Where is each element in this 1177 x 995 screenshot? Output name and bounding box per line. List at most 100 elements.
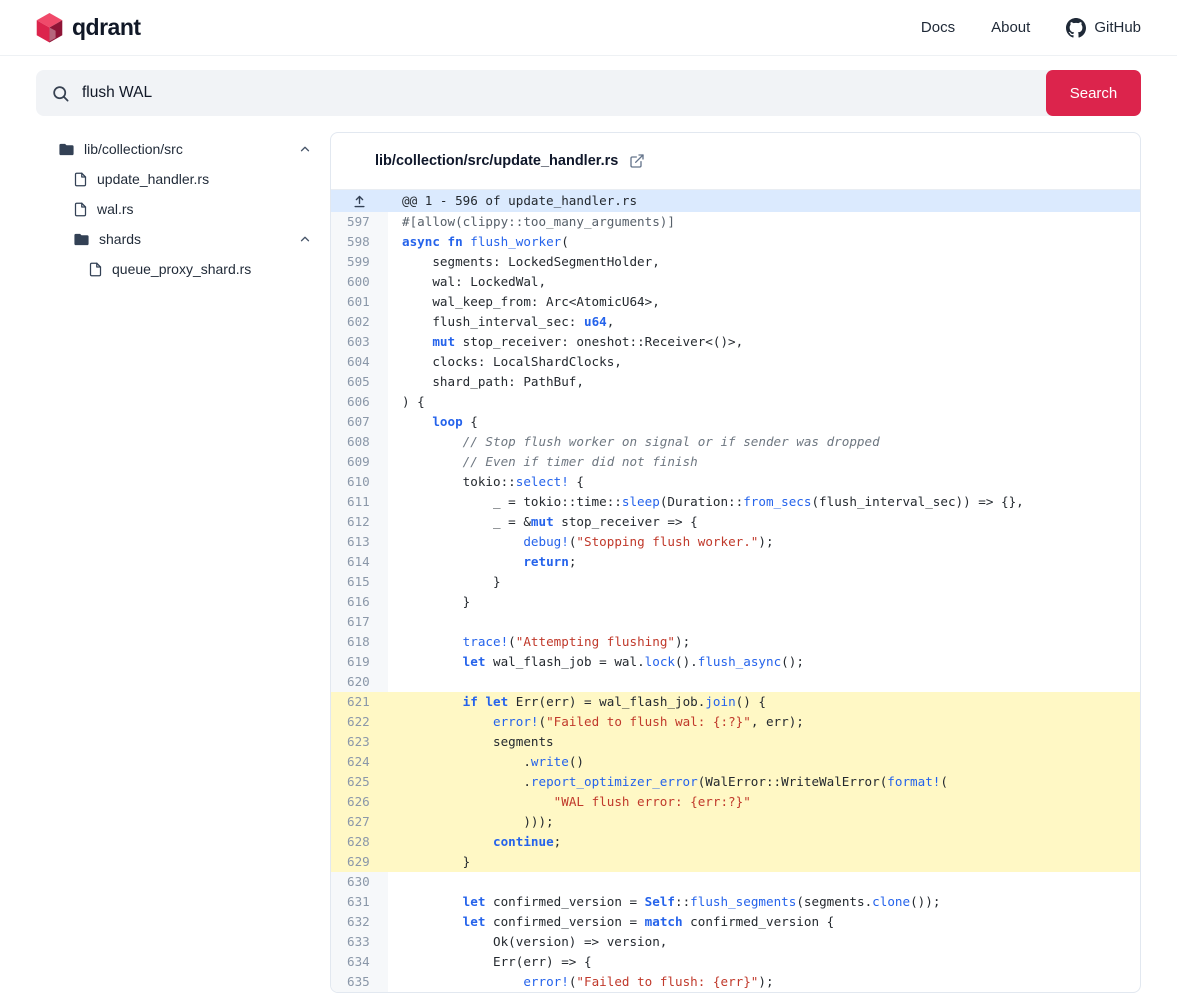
code-line-611: 611 _ = tokio::time::sleep(Duration::fro… xyxy=(331,492,1140,512)
code-line-text: segments: LockedSegmentHolder, xyxy=(388,252,1140,272)
line-number: 620 xyxy=(331,672,388,692)
code-line-text: _ = &mut stop_receiver => { xyxy=(388,512,1140,532)
code-line-619: 619 let wal_flash_job = wal.lock().flush… xyxy=(331,652,1140,672)
code-line-607: 607 loop { xyxy=(331,412,1140,432)
folder-icon xyxy=(58,141,75,158)
search-icon xyxy=(51,84,70,103)
code-line-622: 622 error!("Failed to flush wal: {:?}", … xyxy=(331,712,1140,732)
code-line-text: Err(err) => { xyxy=(388,952,1140,972)
code-line-609: 609 // Even if timer did not finish xyxy=(331,452,1140,472)
line-number: 618 xyxy=(331,632,388,652)
code-line-text: let wal_flash_job = wal.lock().flush_asy… xyxy=(388,652,1140,672)
code-line-text: error!("Failed to flush wal: {:?}", err)… xyxy=(388,712,1140,732)
line-number: 598 xyxy=(331,232,388,252)
code-line-text: wal: LockedWal, xyxy=(388,272,1140,292)
line-number: 616 xyxy=(331,592,388,612)
code-line-text: } xyxy=(388,592,1140,612)
code-line-603: 603 mut stop_receiver: oneshot::Receiver… xyxy=(331,332,1140,352)
sidebar-item-label: queue_proxy_shard.rs xyxy=(112,261,251,277)
code-line-text: Ok(version) => version, xyxy=(388,932,1140,952)
line-number: 609 xyxy=(331,452,388,472)
chevron-up-icon[interactable] xyxy=(298,142,312,156)
code-line-634: 634 Err(err) => { xyxy=(331,952,1140,972)
sidebar-item-label: shards xyxy=(99,231,141,247)
code-line-text: return; xyxy=(388,552,1140,572)
code-line-632: 632 let confirmed_version = match confir… xyxy=(331,912,1140,932)
qdrant-logo[interactable]: qdrant xyxy=(36,13,141,43)
code-line-text: shard_path: PathBuf, xyxy=(388,372,1140,392)
line-number: 604 xyxy=(331,352,388,372)
line-number: 625 xyxy=(331,772,388,792)
code-line-604: 604 clocks: LocalShardClocks, xyxy=(331,352,1140,372)
file-icon xyxy=(88,262,103,277)
sidebar-item-update-handler-rs[interactable]: update_handler.rs xyxy=(36,164,318,194)
line-number: 603 xyxy=(331,332,388,352)
expand-up-button[interactable] xyxy=(331,190,388,212)
sidebar-item-lib-collection-src[interactable]: lib/collection/src xyxy=(36,134,318,164)
code-line-text: _ = tokio::time::sleep(Duration::from_se… xyxy=(388,492,1140,512)
search-input[interactable] xyxy=(70,84,1046,102)
code-line-text xyxy=(388,672,1140,692)
sidebar-item-label: update_handler.rs xyxy=(97,171,209,187)
code-line-608: 608 // Stop flush worker on signal or if… xyxy=(331,432,1140,452)
code-line-620: 620 xyxy=(331,672,1140,692)
chevron-up-icon[interactable] xyxy=(298,232,312,246)
line-number: 606 xyxy=(331,392,388,412)
code-line-text: } xyxy=(388,572,1140,592)
code-line-text: ) { xyxy=(388,392,1140,412)
code-line-616: 616 } xyxy=(331,592,1140,612)
line-number: 619 xyxy=(331,652,388,672)
line-number: 628 xyxy=(331,832,388,852)
sidebar-item-wal-rs[interactable]: wal.rs xyxy=(36,194,318,224)
external-link-icon[interactable] xyxy=(629,153,645,169)
code-line-627: 627 ))); xyxy=(331,812,1140,832)
line-number: 611 xyxy=(331,492,388,512)
code-line-612: 612 _ = &mut stop_receiver => { xyxy=(331,512,1140,532)
nav-docs[interactable]: Docs xyxy=(921,19,955,36)
line-number: 623 xyxy=(331,732,388,752)
line-number: 605 xyxy=(331,372,388,392)
code-line-618: 618 trace!("Attempting flushing"); xyxy=(331,632,1140,652)
code-lines: 597#[allow(clippy::too_many_arguments)]5… xyxy=(331,212,1140,992)
code-line-610: 610 tokio::select! { xyxy=(331,472,1140,492)
code-line-text: trace!("Attempting flushing"); xyxy=(388,632,1140,652)
nav-about[interactable]: About xyxy=(991,19,1030,36)
code-line-623: 623 segments xyxy=(331,732,1140,752)
code-line-text: segments xyxy=(388,732,1140,752)
code-line-605: 605 shard_path: PathBuf, xyxy=(331,372,1140,392)
code-line-625: 625 .report_optimizer_error(WalError::Wr… xyxy=(331,772,1140,792)
line-number: 613 xyxy=(331,532,388,552)
code-line-601: 601 wal_keep_from: Arc<AtomicU64>, xyxy=(331,292,1140,312)
code-line-text xyxy=(388,612,1140,632)
line-number: 615 xyxy=(331,572,388,592)
code-line-text: mut stop_receiver: oneshot::Receiver<()>… xyxy=(388,332,1140,352)
code-line-text: .write() xyxy=(388,752,1140,772)
sidebar-item-shards[interactable]: shards xyxy=(36,224,318,254)
code-line-text: "WAL flush error: {err:?}" xyxy=(388,792,1140,812)
code-line-text: ))); xyxy=(388,812,1140,832)
code-line-628: 628 continue; xyxy=(331,832,1140,852)
code-line-635: 635 error!("Failed to flush: {err}"); xyxy=(331,972,1140,992)
sidebar-item-queue-proxy-shard-rs[interactable]: queue_proxy_shard.rs xyxy=(36,254,318,284)
code-line-text: loop { xyxy=(388,412,1140,432)
result-header: lib/collection/src/update_handler.rs xyxy=(331,133,1140,190)
top-nav: qdrant Docs About GitHub xyxy=(0,0,1177,56)
hunk-header: @@ 1 - 596 of update_handler.rs xyxy=(388,190,1140,212)
qdrant-logo-icon xyxy=(36,13,63,43)
sidebar-item-label: wal.rs xyxy=(97,201,134,217)
file-tree: lib/collection/src update_handler.rs wal.r… xyxy=(36,132,318,284)
code-line-text: continue; xyxy=(388,832,1140,852)
line-number: 601 xyxy=(331,292,388,312)
line-number: 608 xyxy=(331,432,388,452)
code-line-599: 599 segments: LockedSegmentHolder, xyxy=(331,252,1140,272)
line-number: 633 xyxy=(331,932,388,952)
code-line-text xyxy=(388,872,1140,892)
line-number: 600 xyxy=(331,272,388,292)
search-button[interactable]: Search xyxy=(1046,70,1141,116)
nav-github[interactable]: GitHub xyxy=(1066,18,1141,38)
code-line-597: 597#[allow(clippy::too_many_arguments)] xyxy=(331,212,1140,232)
code-line-text: async fn flush_worker( xyxy=(388,232,1140,252)
code-line-633: 633 Ok(version) => version, xyxy=(331,932,1140,952)
line-number: 614 xyxy=(331,552,388,572)
hunk-header-row: @@ 1 - 596 of update_handler.rs xyxy=(331,190,1140,212)
